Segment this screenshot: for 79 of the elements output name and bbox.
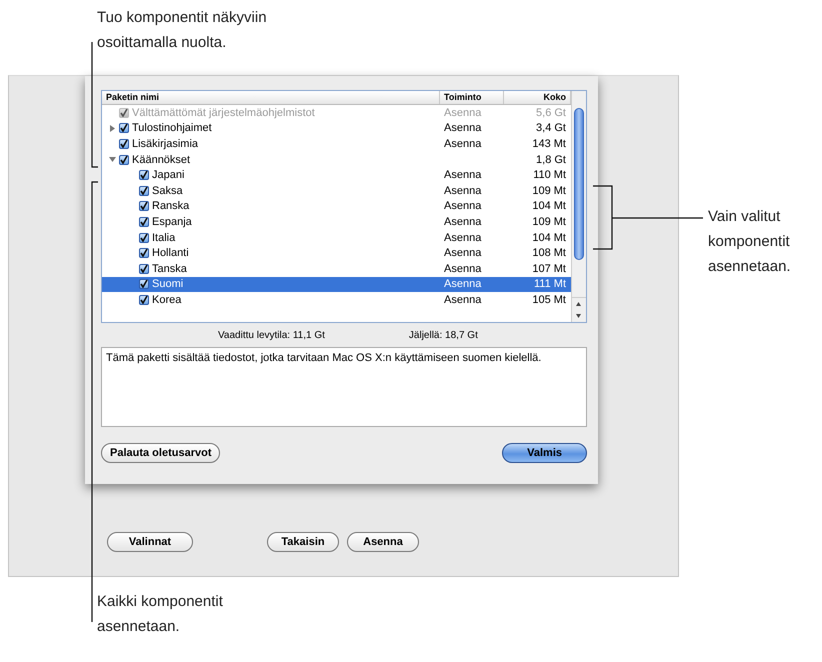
action-text: Asenna xyxy=(444,262,482,275)
action-text: Asenna xyxy=(444,106,482,119)
package-row[interactable]: Tanska Asenna 107 Mt xyxy=(102,260,571,277)
window-button[interactable]: Valinnat xyxy=(107,532,193,552)
checkbox[interactable] xyxy=(139,264,149,274)
scroll-thumb[interactable] xyxy=(574,108,584,260)
checkbox[interactable] xyxy=(139,248,149,258)
size-text: 104 Mt xyxy=(532,232,566,244)
package-row[interactable]: Suomi Asenna 111 Mt xyxy=(102,276,571,292)
package-name: Ranska xyxy=(152,199,190,214)
restore-defaults-button[interactable]: Palauta oletusarvot xyxy=(101,443,220,463)
action-text: Asenna xyxy=(444,294,482,306)
size-text: 105 Mt xyxy=(532,294,566,306)
action-text: Asenna xyxy=(444,216,482,228)
triangle-right-icon[interactable] xyxy=(108,124,116,132)
package-name: Käännökset xyxy=(132,152,190,167)
package-row[interactable]: Italia Asenna 104 Mt xyxy=(102,230,571,246)
checkbox[interactable] xyxy=(139,170,149,180)
size-text: 5,6 Gt xyxy=(536,106,566,119)
done-button[interactable]: Valmis xyxy=(502,443,587,463)
description-field: Tämä paketti sisältää tiedostot, jotka tarvitaan Mac OS X:n käyttämiseen suomen kielellä. xyxy=(101,347,587,427)
package-name: Tanska xyxy=(152,262,187,276)
checkbox[interactable] xyxy=(119,123,129,134)
package-name: Italia xyxy=(152,230,176,245)
size-text: 109 Mt xyxy=(532,216,566,228)
checkbox[interactable] xyxy=(139,216,149,227)
callout-text: Vain valitut komponentit asennetaan. xyxy=(708,207,792,277)
size-text: 143 Mt xyxy=(532,138,566,150)
package-name: Espanja xyxy=(152,214,192,229)
checkbox[interactable] xyxy=(139,232,149,243)
package-name: Saksa xyxy=(152,184,183,198)
action-text: Asenna xyxy=(444,200,482,212)
action-text: Asenna xyxy=(444,278,482,290)
column-header[interactable]: Toiminto xyxy=(440,91,504,104)
column-header[interactable]: Paketin nimi xyxy=(102,91,440,104)
window-button[interactable]: Takaisin xyxy=(267,532,339,552)
package-row[interactable]: Lisäkirjasimia Asenna 143 Mt xyxy=(102,136,571,152)
triangle-down-icon[interactable] xyxy=(108,156,116,164)
checkbox[interactable] xyxy=(139,279,149,290)
package-name: Hollanti xyxy=(152,246,189,260)
package-row[interactable]: Saksa Asenna 109 Mt xyxy=(102,182,571,199)
package-row[interactable]: Korea Asenna 105 Mt xyxy=(102,292,571,308)
required-space-text: Vaadittu levytila: 11,1 Gt xyxy=(218,330,325,340)
package-name: Korea xyxy=(152,292,182,307)
action-text: Asenna xyxy=(444,184,482,197)
action-text: Asenna xyxy=(444,247,482,260)
package-name: Japani xyxy=(152,168,184,182)
package-name: Välttämättömät järjestelmäohjelmistot xyxy=(132,106,315,120)
checkbox[interactable] xyxy=(119,154,129,165)
package-row[interactable]: Japani Asenna 110 Mt xyxy=(102,167,571,183)
package-row[interactable]: Hollanti Asenna 108 Mt xyxy=(102,245,571,261)
scrollbar[interactable] xyxy=(571,91,586,322)
size-text: 104 Mt xyxy=(532,200,566,212)
callout-text: Kaikki komponentit asennetaan. xyxy=(97,592,224,637)
window-button[interactable]: Asenna xyxy=(347,532,419,552)
size-text: 3,4 Gt xyxy=(536,122,566,134)
package-name: Suomi xyxy=(152,277,184,292)
action-text: Asenna xyxy=(444,122,482,134)
checkbox[interactable] xyxy=(139,186,149,196)
package-row[interactable]: Ranska Asenna 104 Mt xyxy=(102,198,571,214)
package-row[interactable]: Tulostinohjaimet Asenna 3,4 Gt xyxy=(102,120,571,136)
checkbox[interactable] xyxy=(139,201,149,212)
package-name: Lisäkirjasimia xyxy=(132,136,198,151)
size-text: 107 Mt xyxy=(532,262,566,275)
package-row[interactable]: Espanja Asenna 109 Mt xyxy=(102,214,571,230)
checkbox[interactable] xyxy=(119,138,129,149)
size-text: 109 Mt xyxy=(532,184,566,197)
checkbox[interactable] xyxy=(139,294,149,305)
callout-text: Tuo komponentit näkyviin osoittamalla nuolta. xyxy=(97,8,268,53)
size-text: 110 Mt xyxy=(533,169,566,182)
action-text: Asenna xyxy=(444,169,482,182)
remaining-space-text: Jäljellä: 18,7 Gt xyxy=(408,330,478,340)
size-text: 111 Mt xyxy=(534,278,566,290)
package-row[interactable]: Käännökset 1,8 Gt xyxy=(102,152,571,168)
size-text: 108 Mt xyxy=(532,247,566,260)
size-text: 1,8 Gt xyxy=(536,154,566,166)
action-text: Asenna xyxy=(444,232,482,244)
action-text: Asenna xyxy=(444,138,482,150)
package-name: Tulostinohjaimet xyxy=(132,121,212,136)
